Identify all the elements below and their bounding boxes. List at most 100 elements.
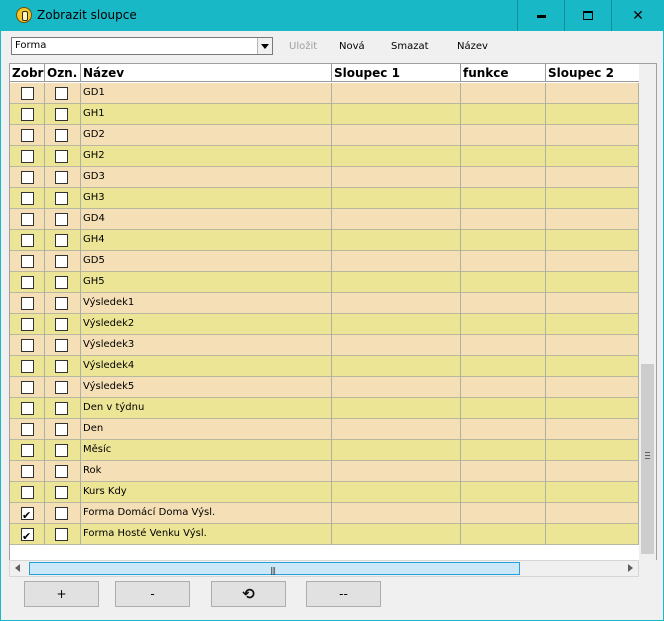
- show-checkbox[interactable]: [21, 423, 34, 436]
- sloupec1-cell[interactable]: [332, 398, 461, 419]
- mark-checkbox[interactable]: [55, 213, 68, 226]
- show-checkbox[interactable]: [21, 108, 34, 121]
- nazev-cell[interactable]: Měsíc: [81, 440, 332, 461]
- zobr-cell[interactable]: [10, 461, 45, 482]
- table-row[interactable]: Rok: [10, 461, 639, 482]
- funkce-cell[interactable]: [461, 293, 546, 314]
- dropdown-arrow-button[interactable]: [257, 38, 272, 54]
- zobr-cell[interactable]: [10, 335, 45, 356]
- scroll-right-arrow-icon[interactable]: [628, 564, 633, 572]
- funkce-cell[interactable]: [461, 230, 546, 251]
- zobr-cell[interactable]: [10, 440, 45, 461]
- nazev-cell[interactable]: GD1: [81, 83, 332, 104]
- column-header-ozn[interactable]: Ozn.: [45, 64, 81, 82]
- show-checkbox[interactable]: [21, 381, 34, 394]
- zobr-cell[interactable]: [10, 524, 45, 545]
- mark-checkbox[interactable]: [55, 276, 68, 289]
- funkce-cell[interactable]: [461, 104, 546, 125]
- funkce-cell[interactable]: [461, 461, 546, 482]
- ozn-cell[interactable]: [45, 230, 81, 251]
- column-header-sloupec1[interactable]: Sloupec 1: [332, 64, 461, 82]
- zobr-cell[interactable]: [10, 314, 45, 335]
- funkce-cell[interactable]: [461, 503, 546, 524]
- show-checkbox[interactable]: [21, 171, 34, 184]
- table-row[interactable]: Výsledek4: [10, 356, 639, 377]
- mark-checkbox[interactable]: [55, 171, 68, 184]
- sloupec1-cell[interactable]: [332, 377, 461, 398]
- zobr-cell[interactable]: [10, 146, 45, 167]
- zobr-cell[interactable]: [10, 377, 45, 398]
- sloupec2-cell[interactable]: [546, 146, 639, 167]
- sloupec2-cell[interactable]: [546, 230, 639, 251]
- show-checkbox[interactable]: [21, 87, 34, 100]
- sloupec2-cell[interactable]: [546, 524, 639, 545]
- mark-checkbox[interactable]: [55, 339, 68, 352]
- mark-checkbox[interactable]: [55, 108, 68, 121]
- sloupec2-cell[interactable]: [546, 83, 639, 104]
- nazev-cell[interactable]: Den: [81, 419, 332, 440]
- nazev-cell[interactable]: GH2: [81, 146, 332, 167]
- zobr-cell[interactable]: [10, 230, 45, 251]
- mark-checkbox[interactable]: [55, 486, 68, 499]
- table-row[interactable]: Výsledek1: [10, 293, 639, 314]
- nazev-cell[interactable]: Výsledek5: [81, 377, 332, 398]
- funkce-cell[interactable]: [461, 272, 546, 293]
- zobr-cell[interactable]: [10, 503, 45, 524]
- nazev-cell[interactable]: Výsledek1: [81, 293, 332, 314]
- nazev-cell[interactable]: GH4: [81, 230, 332, 251]
- sloupec1-cell[interactable]: [332, 272, 461, 293]
- sloupec2-cell[interactable]: [546, 314, 639, 335]
- zobr-cell[interactable]: [10, 125, 45, 146]
- sloupec1-cell[interactable]: [332, 356, 461, 377]
- sloupec1-cell[interactable]: [332, 503, 461, 524]
- ozn-cell[interactable]: [45, 335, 81, 356]
- ozn-cell[interactable]: [45, 419, 81, 440]
- sloupec1-cell[interactable]: [332, 125, 461, 146]
- sloupec2-cell[interactable]: [546, 461, 639, 482]
- minimize-button[interactable]: [517, 0, 564, 31]
- funkce-cell[interactable]: [461, 146, 546, 167]
- table-row[interactable]: GD1: [10, 83, 639, 104]
- zobr-cell[interactable]: [10, 104, 45, 125]
- sloupec2-cell[interactable]: [546, 251, 639, 272]
- vertical-scroll-thumb[interactable]: [641, 364, 654, 554]
- sloupec1-cell[interactable]: [332, 83, 461, 104]
- mark-checkbox[interactable]: [55, 528, 68, 541]
- mark-checkbox[interactable]: [55, 150, 68, 163]
- ozn-cell[interactable]: [45, 251, 81, 272]
- zobr-cell[interactable]: [10, 398, 45, 419]
- table-row[interactable]: Den v týdnu: [10, 398, 639, 419]
- show-checkbox[interactable]: [21, 297, 34, 310]
- sloupec2-cell[interactable]: [546, 482, 639, 503]
- mark-checkbox[interactable]: [55, 465, 68, 478]
- vertical-scrollbar[interactable]: [639, 64, 656, 574]
- sloupec2-cell[interactable]: [546, 272, 639, 293]
- ozn-cell[interactable]: [45, 398, 81, 419]
- show-checkbox[interactable]: [21, 486, 34, 499]
- save-button[interactable]: Uložit: [289, 41, 317, 52]
- sloupec1-cell[interactable]: [332, 335, 461, 356]
- mark-checkbox[interactable]: [55, 234, 68, 247]
- table-row[interactable]: GD3: [10, 167, 639, 188]
- nazev-cell[interactable]: Výsledek3: [81, 335, 332, 356]
- funkce-cell[interactable]: [461, 419, 546, 440]
- zobr-cell[interactable]: [10, 293, 45, 314]
- table-row[interactable]: Výsledek3: [10, 335, 639, 356]
- sloupec1-cell[interactable]: [332, 293, 461, 314]
- sloupec1-cell[interactable]: [332, 524, 461, 545]
- mark-checkbox[interactable]: [55, 87, 68, 100]
- zobr-cell[interactable]: [10, 356, 45, 377]
- column-header-zobr[interactable]: Zobr: [10, 64, 45, 82]
- remove-button[interactable]: -: [115, 581, 190, 607]
- ozn-cell[interactable]: [45, 104, 81, 125]
- funkce-cell[interactable]: [461, 314, 546, 335]
- nazev-cell[interactable]: GH1: [81, 104, 332, 125]
- mark-checkbox[interactable]: [55, 255, 68, 268]
- horizontal-scrollbar[interactable]: |||: [9, 560, 639, 577]
- show-checkbox[interactable]: [21, 360, 34, 373]
- ozn-cell[interactable]: [45, 314, 81, 335]
- sloupec1-cell[interactable]: [332, 230, 461, 251]
- show-checkbox[interactable]: [21, 318, 34, 331]
- mark-checkbox[interactable]: [55, 360, 68, 373]
- table-row[interactable]: Výsledek5: [10, 377, 639, 398]
